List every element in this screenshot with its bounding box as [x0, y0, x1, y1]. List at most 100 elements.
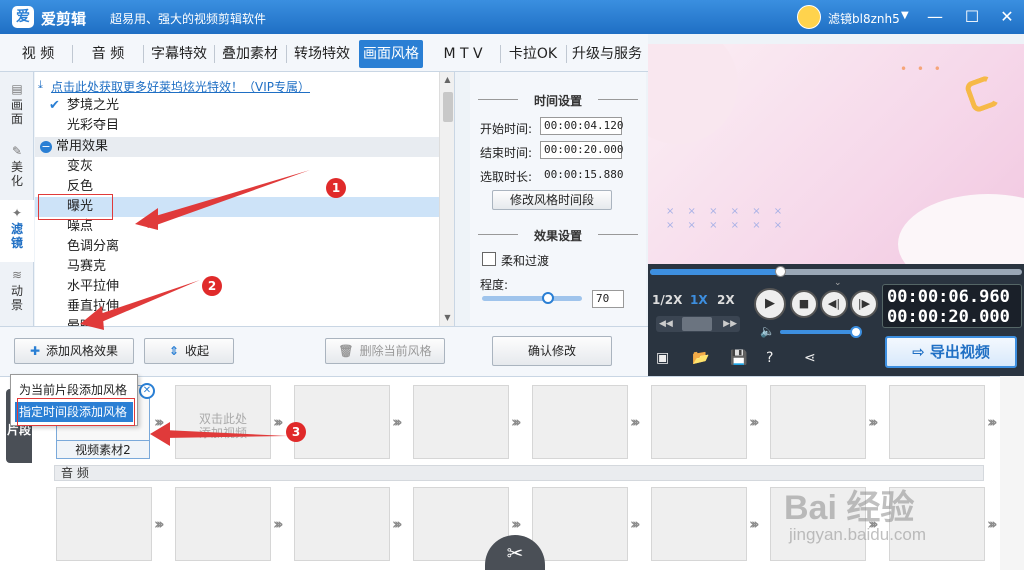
save-icon[interactable]: 💾 [730, 350, 747, 366]
tab-karaoke[interactable]: 卡拉OK [503, 40, 563, 68]
degree-field[interactable]: 70 [592, 290, 624, 308]
tab-subtitles[interactable]: 字幕特效 [146, 40, 212, 68]
prev-frame-button[interactable]: ◀| [820, 290, 848, 318]
list-item[interactable]: 光彩夺目 [35, 116, 439, 136]
timeline-clip-slot[interactable] [294, 385, 390, 459]
picture-icon: ▤ [11, 82, 23, 96]
tab-separator [566, 45, 567, 63]
vip-promo-link[interactable]: 点击此处获取更多好莱坞炫光特效！（VIP专属） [51, 78, 310, 95]
tab-transitions[interactable]: 转场特效 [289, 40, 355, 68]
confirm-modify-button[interactable]: 确认修改 [492, 336, 612, 366]
scroll-down-icon[interactable]: ▼ [440, 310, 454, 326]
speed-half-button[interactable]: 1/2X [652, 293, 682, 307]
tab-mtv[interactable]: M T V [430, 40, 496, 68]
rewind-icon[interactable]: ◀◀ [659, 319, 673, 329]
timeline-clip-slot[interactable] [175, 487, 271, 561]
clip-label: 视频素材2 [57, 440, 149, 458]
collapse-minus-icon[interactable]: − [40, 141, 52, 153]
jog-wheel[interactable] [682, 317, 712, 331]
maximize-button[interactable]: ☐ [959, 4, 985, 30]
timeline-clip-slot[interactable]: 双击此处 添加视频 [175, 385, 271, 459]
volume-icon[interactable]: 🔈 [760, 324, 775, 338]
open-folder-icon[interactable]: 📂 [692, 350, 709, 366]
jog-shuttle[interactable]: ◀◀ ▶▶ [656, 316, 740, 332]
minimize-button[interactable]: — [922, 4, 948, 30]
user-avatar-icon[interactable] [797, 5, 821, 29]
scroll-up-icon[interactable]: ▲ [440, 72, 454, 88]
list-item[interactable]: ✔ 梦境之光 [35, 96, 439, 116]
playback-progress-bar[interactable] [650, 266, 1022, 277]
download-icon: ⤓ [38, 78, 43, 91]
remove-clip-icon[interactable]: ✕ [139, 383, 155, 399]
timeline-clip-slot[interactable] [56, 487, 152, 561]
next-frame-button[interactable]: |▶ [850, 290, 878, 318]
tab-audio[interactable]: 音 频 [76, 40, 140, 68]
timeline-clip-slot[interactable] [651, 487, 747, 561]
export-video-button[interactable]: ⇨ 导出视频 [885, 336, 1017, 368]
filter-list: ⤓ 点击此处获取更多好莱坞炫光特效！（VIP专属） ✔ 梦境之光 光彩夺目 − … [35, 72, 455, 326]
share-icon[interactable]: ⋖ [804, 350, 816, 366]
soft-transition-checkbox[interactable] [482, 252, 496, 266]
timeline-clip-slot[interactable] [294, 487, 390, 561]
modify-style-time-button[interactable]: 修改风格时间段 [492, 190, 612, 210]
playback-progress-knob[interactable] [775, 266, 787, 277]
list-item[interactable]: 晕眩 [35, 317, 439, 326]
list-item[interactable]: 垂直拉伸 [35, 297, 439, 317]
user-menu-caret-icon[interactable]: ▼ [901, 10, 909, 21]
timeline-clip-slot[interactable] [651, 385, 747, 459]
clip-connector-chevron-icon: ››› [273, 515, 283, 533]
end-time-field[interactable]: 00:00:20.000 [540, 141, 623, 159]
list-item[interactable]: 变灰 [35, 157, 439, 177]
watermark-url: jingyan.baidu.com [789, 525, 927, 544]
video-preview: • • • × × × × × × × × × × × × [648, 44, 1024, 264]
degree-slider[interactable] [482, 296, 582, 301]
stop-button[interactable]: ■ [790, 290, 818, 318]
clip-connector-chevron-icon: ››› [868, 413, 878, 431]
fast-forward-icon[interactable]: ▶▶ [723, 316, 737, 332]
main-tab-bar: 视 频 音 频 字幕特效 叠加素材 转场特效 画面风格 M T V 卡拉OK 升… [0, 34, 648, 72]
collapse-preview-icon[interactable]: ⌄ [834, 278, 842, 288]
menu-item-add-to-current-clip[interactable]: 为当前片段添加风格 [15, 380, 133, 400]
tab-upgrade[interactable]: 升级与服务 [568, 40, 646, 68]
list-scrollbar[interactable]: ▲ ▼ [439, 72, 454, 326]
username[interactable]: 滤镜bl8znh5 [828, 10, 900, 27]
tab-video[interactable]: 视 频 [6, 40, 70, 68]
list-item[interactable]: 色调分离 [35, 237, 439, 257]
collapse-button[interactable]: ⇕ 收起 [144, 338, 234, 364]
start-time-field[interactable]: 00:00:04.120 [540, 117, 623, 135]
scroll-thumb[interactable] [443, 92, 453, 122]
list-item[interactable]: 噪点 [35, 217, 439, 237]
volume-slider[interactable] [780, 330, 856, 334]
degree-slider-knob[interactable] [542, 292, 554, 304]
volume-knob[interactable] [850, 326, 862, 338]
clip-connector-chevron-icon: ››› [630, 515, 640, 533]
timeline-clip-slot[interactable] [532, 385, 628, 459]
side-tab-picture[interactable]: ▤ 画面 [0, 76, 34, 138]
degree-label: 程度: [480, 278, 509, 292]
side-tab-motion[interactable]: ≋ 动景 [0, 262, 34, 324]
timeline-scrollbar[interactable] [1000, 376, 1024, 570]
close-button[interactable]: ✕ [994, 4, 1020, 30]
speed-1x-button[interactable]: 1X [690, 293, 708, 307]
play-button[interactable]: ▶ [754, 288, 786, 320]
add-style-effect-button[interactable]: ✚ 添加风格效果 [14, 338, 134, 364]
annotation-number: 2 [202, 276, 222, 296]
timeline-clip-slot[interactable] [770, 385, 866, 459]
timeline-clip-slot[interactable] [413, 385, 509, 459]
clip-connector-chevron-icon: ››› [630, 413, 640, 431]
timeline-clip-slot[interactable] [532, 487, 628, 561]
side-tab-beautify[interactable]: ✎ 美化 [0, 138, 34, 200]
speed-2x-button[interactable]: 2X [717, 293, 735, 307]
list-item[interactable]: 马赛克 [35, 257, 439, 277]
list-group-header[interactable]: − 常用效果 [35, 137, 439, 157]
timeline-clip-slot[interactable] [889, 385, 985, 459]
new-project-icon[interactable]: ▣ [656, 350, 669, 366]
tab-overlay[interactable]: 叠加素材 [217, 40, 283, 68]
list-item-label: 噪点 [67, 219, 94, 234]
delete-style-button[interactable]: 🗑 删除当前风格 [325, 338, 445, 364]
help-icon[interactable]: ? [766, 350, 773, 366]
list-item[interactable]: 水平拉伸 [35, 277, 439, 297]
side-tab-filter[interactable]: ✦ 滤镜 [0, 200, 34, 262]
tab-picture-style[interactable]: 画面风格 [359, 40, 423, 68]
total-time: 00:00:20.000 [887, 307, 1010, 327]
